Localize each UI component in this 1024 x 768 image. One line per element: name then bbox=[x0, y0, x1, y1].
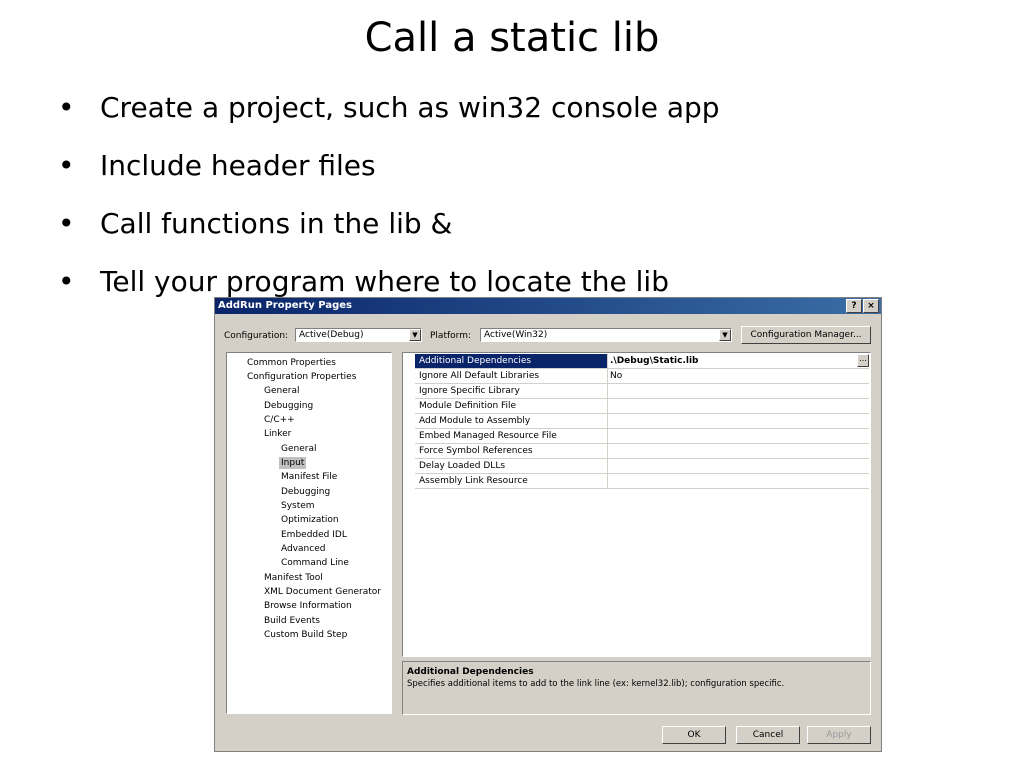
ellipsis-button[interactable]: ... bbox=[857, 354, 869, 367]
bullet-dot-icon: • bbox=[58, 149, 75, 182]
configuration-value: Active(Debug) bbox=[299, 330, 364, 340]
property-name: Ignore All Default Libraries bbox=[415, 369, 608, 383]
tree-item-c-cpp[interactable]: C/C++ bbox=[264, 414, 295, 426]
bullet-dot-icon: • bbox=[58, 207, 75, 240]
property-row[interactable]: Delay Loaded DLLs bbox=[415, 459, 869, 474]
chevron-down-icon[interactable]: ▼ bbox=[719, 329, 731, 341]
configuration-label: Configuration: bbox=[224, 331, 289, 341]
property-name: Additional Dependencies bbox=[415, 354, 608, 368]
property-row[interactable]: Embed Managed Resource File bbox=[415, 429, 869, 444]
tree-item-debugging[interactable]: Debugging bbox=[264, 400, 313, 412]
tree-item-embedded-idl[interactable]: Embedded IDL bbox=[281, 529, 347, 541]
configuration-dropdown[interactable]: Active(Debug) ▼ bbox=[295, 328, 422, 342]
tree-item-custom-build-step[interactable]: Custom Build Step bbox=[264, 629, 347, 641]
tree-item-build-events[interactable]: Build Events bbox=[264, 615, 320, 627]
property-name: Embed Managed Resource File bbox=[415, 429, 608, 443]
tree-item-xml-document-generator[interactable]: XML Document Generator bbox=[264, 586, 381, 598]
property-name: Assembly Link Resource bbox=[415, 474, 608, 488]
property-value[interactable]: .\Debug\Static.lib bbox=[610, 354, 698, 368]
platform-dropdown[interactable]: Active(Win32) ▼ bbox=[480, 328, 732, 342]
property-name: Ignore Specific Library bbox=[415, 384, 608, 398]
apply-button[interactable]: Apply bbox=[807, 726, 871, 744]
bullet-text: Call functions in the lib & bbox=[100, 207, 453, 240]
close-button[interactable]: × bbox=[863, 299, 879, 313]
tree-item-general[interactable]: General bbox=[264, 385, 299, 397]
ok-button[interactable]: OK bbox=[662, 726, 726, 744]
property-row[interactable]: Force Symbol References bbox=[415, 444, 869, 459]
bullet-list: • Create a project, such as win32 console… bbox=[56, 84, 720, 316]
dialog-titlebar[interactable]: AddRun Property Pages ? × bbox=[215, 298, 881, 314]
property-row[interactable]: Add Module to Assembly bbox=[415, 414, 869, 429]
tree-item-command-line[interactable]: Command Line bbox=[281, 557, 349, 569]
property-value[interactable]: No bbox=[610, 369, 622, 383]
tree-item-manifest-tool[interactable]: Manifest Tool bbox=[264, 572, 323, 584]
property-name: Add Module to Assembly bbox=[415, 414, 608, 428]
property-grid: Additional Dependencies .\Debug\Static.l… bbox=[402, 352, 871, 657]
bullet-dot-icon: • bbox=[58, 265, 75, 298]
platform-label: Platform: bbox=[430, 331, 471, 341]
tree-item-common-properties[interactable]: Common Properties bbox=[247, 357, 336, 369]
bullet-item: • Include header files bbox=[56, 142, 720, 200]
cancel-button[interactable]: Cancel bbox=[736, 726, 800, 744]
tree-item-configuration-properties[interactable]: Configuration Properties bbox=[247, 371, 356, 383]
description-title: Additional Dependencies bbox=[407, 667, 534, 677]
property-pages-dialog: AddRun Property Pages ? × Configuration:… bbox=[214, 297, 882, 752]
bullet-text: Tell your program where to locate the li… bbox=[100, 265, 669, 298]
property-name: Delay Loaded DLLs bbox=[415, 459, 608, 473]
bullet-text: Include header files bbox=[100, 149, 376, 182]
bullet-item: • Create a project, such as win32 console… bbox=[56, 84, 720, 142]
tree-item-optimization[interactable]: Optimization bbox=[281, 514, 339, 526]
property-row[interactable]: Module Definition File bbox=[415, 399, 869, 414]
property-row[interactable]: Assembly Link Resource bbox=[415, 474, 869, 489]
property-row[interactable]: Additional Dependencies .\Debug\Static.l… bbox=[415, 354, 869, 369]
tree-item-linker-input[interactable]: Input bbox=[279, 457, 307, 469]
tree-item-advanced[interactable]: Advanced bbox=[281, 543, 325, 555]
tree-item-manifest-file[interactable]: Manifest File bbox=[281, 471, 337, 483]
property-name: Module Definition File bbox=[415, 399, 608, 413]
platform-value: Active(Win32) bbox=[484, 330, 548, 340]
property-name: Force Symbol References bbox=[415, 444, 608, 458]
bullet-dot-icon: • bbox=[58, 91, 75, 124]
chevron-down-icon[interactable]: ▼ bbox=[409, 329, 421, 341]
property-row[interactable]: Ignore All Default Libraries No bbox=[415, 369, 869, 384]
property-row[interactable]: Ignore Specific Library bbox=[415, 384, 869, 399]
tree-item-system[interactable]: System bbox=[281, 500, 315, 512]
tree-item-linker-general[interactable]: General bbox=[281, 443, 316, 455]
bullet-item: • Call functions in the lib & bbox=[56, 200, 720, 258]
bullet-text: Create a project, such as win32 console … bbox=[100, 91, 720, 124]
slide-title: Call a static lib bbox=[364, 15, 660, 61]
description-text: Specifies additional items to add to the… bbox=[407, 679, 785, 689]
tree-item-linker[interactable]: Linker bbox=[264, 428, 291, 440]
description-pane: Additional Dependencies Specifies additi… bbox=[402, 661, 871, 715]
property-tree: Common Properties Configuration Properti… bbox=[226, 352, 392, 714]
dialog-title: AddRun Property Pages bbox=[218, 300, 352, 311]
help-button[interactable]: ? bbox=[846, 299, 862, 313]
tree-item-browse-information[interactable]: Browse Information bbox=[264, 600, 352, 612]
configuration-manager-button[interactable]: Configuration Manager... bbox=[741, 326, 871, 344]
tree-item-linker-debugging[interactable]: Debugging bbox=[281, 486, 330, 498]
